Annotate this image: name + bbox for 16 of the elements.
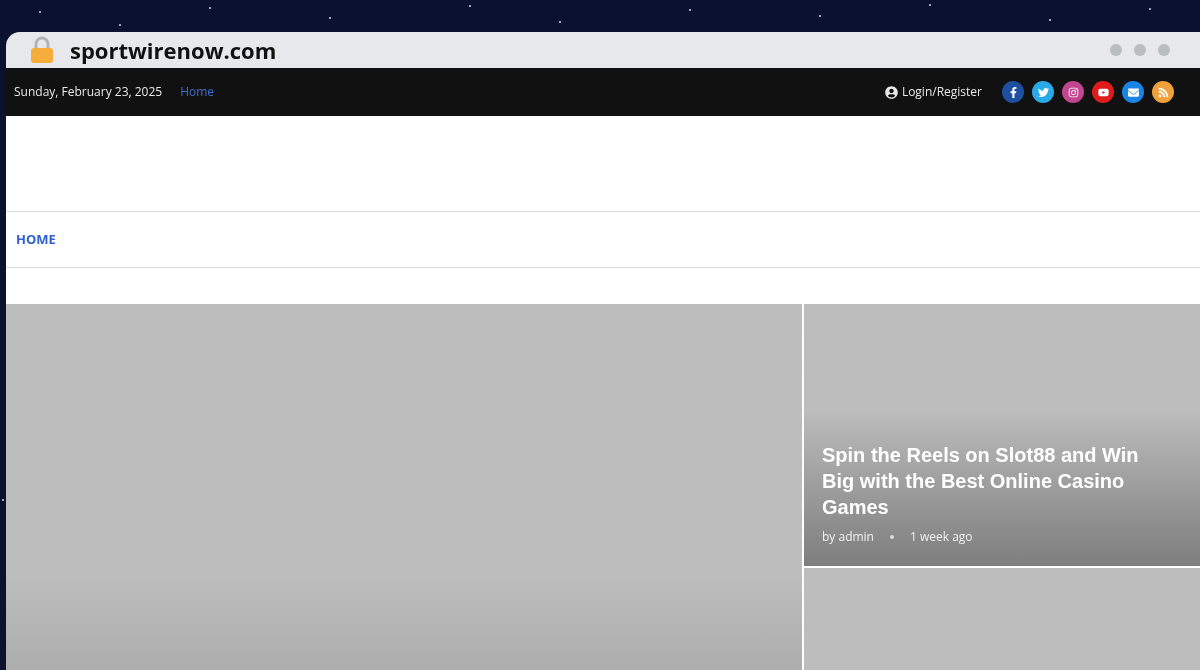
facebook-icon[interactable] bbox=[1002, 81, 1024, 103]
rss-icon[interactable] bbox=[1152, 81, 1174, 103]
youtube-icon[interactable] bbox=[1092, 81, 1114, 103]
user-icon bbox=[884, 85, 898, 99]
email-icon[interactable] bbox=[1122, 81, 1144, 103]
top-link[interactable]: Home bbox=[180, 83, 215, 101]
featured-title[interactable]: Spin the Reels on Slot88 and Win Big with the Best Online Casino Games bbox=[822, 442, 1176, 520]
time-text: 1 week ago bbox=[910, 528, 973, 546]
twitter-icon[interactable] bbox=[1032, 81, 1054, 103]
padlock-icon bbox=[30, 36, 54, 64]
date-text: Sunday, February 23, 2025 bbox=[14, 83, 163, 101]
author-text: by admin bbox=[822, 528, 874, 546]
login-link[interactable]: Login/Register bbox=[884, 83, 982, 101]
instagram-icon[interactable] bbox=[1062, 81, 1084, 103]
nav-item[interactable]: HOME bbox=[16, 229, 56, 250]
address-text: sportwirenow.com bbox=[70, 33, 277, 67]
